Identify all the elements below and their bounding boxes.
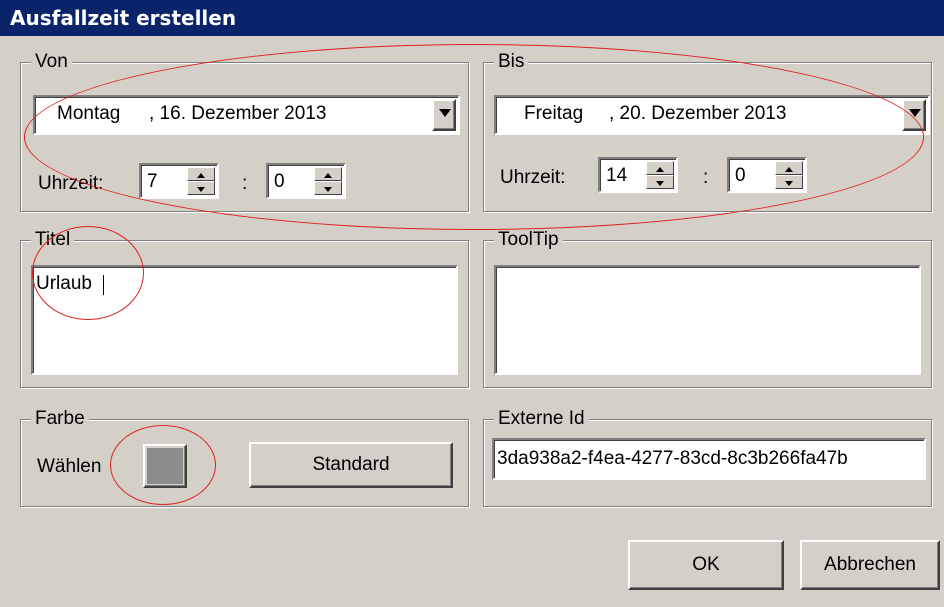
farbe-group: Farbe Wählen Standard bbox=[20, 408, 469, 507]
bis-hour-value: 14 bbox=[606, 165, 628, 186]
bis-time-label: Uhrzeit: bbox=[500, 167, 566, 188]
bis-hour-spinner[interactable]: 14 bbox=[598, 157, 678, 193]
bis-hour-down-icon[interactable] bbox=[646, 175, 674, 189]
von-hour-down-icon[interactable] bbox=[187, 181, 215, 195]
von-date-picker[interactable]: Montag , 16. Dezember 2013 bbox=[33, 95, 460, 135]
bis-legend: Bis bbox=[494, 51, 529, 73]
standard-button[interactable]: Standard bbox=[249, 442, 453, 488]
von-hour-value: 7 bbox=[147, 171, 158, 192]
standard-button-label: Standard bbox=[312, 454, 390, 475]
bis-date: , 20. Dezember 2013 bbox=[609, 103, 787, 124]
von-date: , 16. Dezember 2013 bbox=[149, 103, 327, 124]
bis-minute-spinner[interactable]: 0 bbox=[727, 157, 807, 193]
externe-id-group: Externe Id 3da938a2-f4ea-4277-83cd-8c3b2… bbox=[483, 408, 932, 507]
von-time-label: Uhrzeit: bbox=[38, 173, 104, 194]
von-minute-stepper[interactable] bbox=[314, 167, 342, 195]
bis-minute-stepper[interactable] bbox=[775, 161, 803, 189]
titel-value: Urlaub bbox=[36, 273, 92, 294]
von-hour-spinner[interactable]: 7 bbox=[139, 163, 219, 199]
von-minute-spinner[interactable]: 0 bbox=[266, 163, 346, 199]
dialog-title: Ausfallzeit erstellen bbox=[0, 0, 944, 36]
von-dropdown-button[interactable] bbox=[432, 99, 456, 131]
von-minute-down-icon[interactable] bbox=[314, 181, 342, 195]
externe-id-value: 3da938a2-f4ea-4277-83cd-8c3b266fa47b bbox=[497, 448, 848, 469]
bis-hour-up-icon[interactable] bbox=[646, 161, 674, 175]
ok-button-label: OK bbox=[692, 554, 720, 575]
von-weekday: Montag bbox=[57, 103, 121, 124]
von-group: Von Montag , 16. Dezember 2013 Uhrzeit: … bbox=[20, 51, 469, 212]
von-legend: Von bbox=[31, 51, 72, 73]
cancel-button[interactable]: Abbrechen bbox=[800, 540, 940, 590]
bis-dropdown-button[interactable] bbox=[902, 99, 926, 131]
ok-button[interactable]: OK bbox=[628, 540, 784, 590]
bis-weekday: Freitag bbox=[524, 103, 584, 124]
text-caret bbox=[103, 275, 104, 295]
bis-time-separator: : bbox=[703, 167, 709, 188]
von-hour-stepper[interactable] bbox=[187, 167, 215, 195]
cancel-button-label: Abbrechen bbox=[824, 554, 916, 575]
titel-group: Titel Urlaub bbox=[20, 229, 469, 388]
bis-minute-value: 0 bbox=[735, 165, 746, 186]
von-minute-value: 0 bbox=[274, 171, 285, 192]
titel-input[interactable]: Urlaub bbox=[31, 265, 458, 375]
bis-minute-up-icon[interactable] bbox=[775, 161, 803, 175]
externe-id-legend: Externe Id bbox=[494, 408, 589, 430]
von-time-separator: : bbox=[242, 173, 248, 194]
bis-minute-down-icon[interactable] bbox=[775, 175, 803, 189]
tooltip-group: ToolTip bbox=[483, 229, 932, 388]
bis-date-picker[interactable]: Freitag , 20. Dezember 2013 bbox=[494, 95, 930, 135]
color-swatch-button[interactable] bbox=[143, 444, 187, 488]
choose-color-label: Wählen bbox=[37, 456, 102, 477]
bis-hour-stepper[interactable] bbox=[646, 161, 674, 189]
von-minute-up-icon[interactable] bbox=[314, 167, 342, 181]
externe-id-input[interactable]: 3da938a2-f4ea-4277-83cd-8c3b266fa47b bbox=[492, 438, 926, 480]
color-swatch bbox=[147, 448, 183, 484]
farbe-legend: Farbe bbox=[31, 408, 89, 430]
tooltip-input[interactable] bbox=[494, 265, 921, 375]
von-hour-up-icon[interactable] bbox=[187, 167, 215, 181]
bis-group: Bis Freitag , 20. Dezember 2013 Uhrzeit:… bbox=[483, 51, 932, 212]
titel-legend: Titel bbox=[31, 229, 75, 251]
tooltip-legend: ToolTip bbox=[494, 229, 563, 251]
